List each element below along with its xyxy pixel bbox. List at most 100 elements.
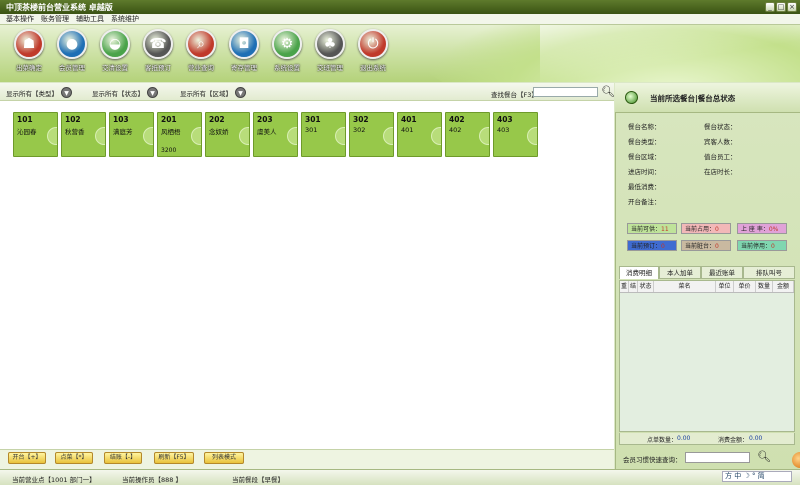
- table-tile[interactable]: 202 念奴娇: [205, 112, 250, 157]
- col-header[interactable]: 数量: [756, 281, 773, 292]
- tab-add-order[interactable]: 本人加单: [659, 266, 701, 279]
- right-panel-title: 当前所选餐台|餐台总状态: [650, 94, 736, 103]
- toolbar-button-3[interactable]: ☎ 客抵预订: [137, 29, 179, 72]
- menu-basic[interactable]: 基本操作: [6, 14, 34, 24]
- menu-accounts[interactable]: 账务管理: [41, 14, 69, 24]
- maximize-button[interactable]: □: [776, 2, 786, 12]
- people-icon: ♣: [315, 29, 345, 59]
- col-header[interactable]: 重: [620, 281, 629, 292]
- chip-value: 0: [715, 243, 719, 250]
- menu-tools[interactable]: 辅助工具: [76, 14, 104, 24]
- tab-consumption[interactable]: 消费明细: [619, 266, 659, 279]
- dish-cover-icon: ☗: [14, 29, 44, 59]
- table-extra: 3200: [161, 147, 177, 154]
- filter-status[interactable]: 显示所有【状态】 ▼: [92, 87, 158, 98]
- chip-label: 当前脏台：: [685, 243, 716, 250]
- tab-recent-bills[interactable]: 最近账单: [701, 266, 743, 279]
- shopping-bag-icon: ◘: [229, 29, 259, 59]
- table-tile[interactable]: 102 秋营香: [61, 112, 106, 157]
- chevron-down-icon[interactable]: ▼: [61, 87, 72, 98]
- table-tile[interactable]: 302 302: [349, 112, 394, 157]
- search-icon[interactable]: 🔍︎: [601, 85, 615, 98]
- table-tile[interactable]: 401 401: [397, 112, 442, 157]
- toolbar-button-8[interactable]: ⏻ 退出系统: [352, 29, 394, 72]
- toolbar-button-0[interactable]: ☗ 出菜确定: [8, 29, 50, 72]
- table-number: 301: [305, 115, 321, 124]
- search-input[interactable]: [533, 87, 598, 97]
- list-mode-button[interactable]: 列表模式: [204, 452, 244, 464]
- amount-label: 消费金额：: [718, 437, 749, 444]
- tile-decoration: [95, 127, 105, 145]
- window-title: 中顶茶楼前台营业系统 卓越版: [6, 3, 113, 12]
- info-field-left: 最低消费：: [628, 183, 661, 191]
- col-header[interactable]: 状态: [638, 281, 654, 292]
- vip-search-input[interactable]: [685, 452, 750, 463]
- toolbar-button-7[interactable]: ♣ 交班管理: [309, 29, 351, 72]
- chip-value: 0%: [768, 226, 779, 233]
- col-header[interactable]: 金额: [773, 281, 794, 292]
- filter-status-label: 显示所有【状态】: [92, 89, 144, 98]
- table-name: 301: [305, 126, 318, 134]
- tile-decoration: [287, 127, 297, 145]
- order-grid-header: 重 结 状态 菜名 单位 单价 数量 金额: [620, 281, 794, 293]
- chip-label: 当前预订：: [631, 243, 662, 250]
- table-name: 402: [449, 126, 462, 134]
- gear-icon: ⚙: [272, 29, 302, 59]
- ime-toolbar[interactable]: 方 中 ☽ ° 简: [722, 471, 792, 482]
- table-tile[interactable]: 301 301: [301, 112, 346, 157]
- search-icon[interactable]: 🔍︎: [757, 450, 771, 463]
- col-header[interactable]: 结: [629, 281, 638, 292]
- order-button[interactable]: 点菜【*】: [55, 452, 93, 464]
- status-operator: 当前操作员【888 】: [122, 476, 182, 484]
- tile-decoration: [239, 127, 249, 145]
- menu-maintenance[interactable]: 系统维护: [111, 14, 139, 24]
- table-tile[interactable]: 402 402: [445, 112, 490, 157]
- close-button[interactable]: ×: [787, 2, 797, 12]
- toolbar-button-4[interactable]: ⌕ 营业查询: [180, 29, 222, 72]
- col-header[interactable]: 单价: [734, 281, 756, 292]
- open-table-button[interactable]: 开台【+】: [8, 452, 46, 464]
- table-name: 念奴娇: [209, 128, 229, 136]
- refresh-button[interactable]: 刷新【F5】: [154, 452, 194, 464]
- table-tile[interactable]: 403 403: [493, 112, 538, 157]
- chevron-down-icon[interactable]: ▼: [147, 87, 158, 98]
- table-tile[interactable]: 201 风栖梧 3200: [157, 112, 202, 157]
- status-chip: 当前停用：0: [737, 240, 787, 251]
- checkout-button[interactable]: 结账【-】: [104, 452, 142, 464]
- toolbar-button-label: 客抵预订: [145, 64, 171, 72]
- filter-area-label: 显示所有【区域】: [180, 89, 232, 98]
- plate-icon: ◒: [100, 29, 130, 59]
- col-header[interactable]: 菜名: [654, 281, 716, 292]
- chip-label: 当前占用：: [685, 226, 716, 233]
- table-name: 满庭芳: [113, 128, 133, 136]
- table-tile[interactable]: 103 满庭芳: [109, 112, 154, 157]
- power-icon: ⏻: [358, 29, 388, 59]
- tab-queue[interactable]: 排队叫号: [743, 266, 795, 279]
- table-number: 202: [209, 115, 225, 124]
- info-field-left: 餐台区域：: [628, 153, 661, 161]
- minimize-button[interactable]: _: [765, 2, 775, 12]
- toolbar-button-label: 系统设置: [274, 64, 300, 72]
- toolbar-button-6[interactable]: ⚙ 系统设置: [266, 29, 308, 72]
- toolbar-button-5[interactable]: ◘ 寄存管理: [223, 29, 265, 72]
- toolbar-button-1[interactable]: ● 会员管理: [51, 29, 93, 72]
- status-period: 当前餐段【早餐】: [232, 476, 284, 484]
- chevron-down-icon[interactable]: ▼: [235, 87, 246, 98]
- info-field-right: 宾客人数：: [704, 138, 737, 146]
- info-field-left: 开台备注：: [628, 198, 661, 206]
- filter-type-label: 显示所有【类型】: [6, 89, 58, 98]
- toolbar-button-2[interactable]: ◒ 交清设置: [94, 29, 136, 72]
- chip-value: 0: [715, 226, 719, 233]
- table-tile[interactable]: 203 虞美人: [253, 112, 298, 157]
- info-field-right: 餐台状态：: [704, 123, 737, 131]
- chip-value: 0: [661, 243, 665, 250]
- table-tile[interactable]: 101 沁园春: [13, 112, 58, 157]
- filter-type[interactable]: 显示所有【类型】 ▼: [6, 87, 72, 98]
- tile-decoration: [143, 127, 153, 145]
- tile-decoration: [335, 127, 345, 145]
- col-header[interactable]: 单位: [716, 281, 734, 292]
- tile-decoration: [527, 127, 537, 145]
- filter-area[interactable]: 显示所有【区域】 ▼: [180, 87, 246, 98]
- order-grid[interactable]: [619, 280, 795, 432]
- chip-label: 当前可供：: [631, 226, 662, 233]
